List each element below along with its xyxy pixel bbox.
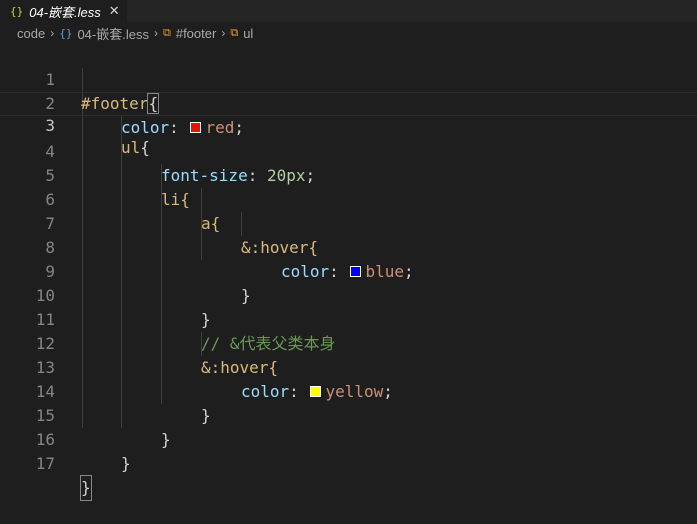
- code-line: 13 color: yellow;: [0, 332, 697, 401]
- less-file-icon: {}: [59, 26, 73, 40]
- code-line: 7 &:hover{: [0, 188, 697, 257]
- code-line: 2 color: red;: [0, 68, 697, 137]
- code-line: 11 // &代表父类本身: [0, 284, 697, 353]
- selector-icon: ⧉: [162, 26, 171, 39]
- breadcrumb: code › {} 04-嵌套.less › ⧉ #footer › ⧉ ul: [0, 22, 697, 44]
- code-line: 10 }: [0, 260, 697, 329]
- code-editor[interactable]: 1 #footer{ 2 color: red; 3 ul{ 4 font-si…: [0, 44, 697, 501]
- close-icon[interactable]: ✕: [109, 3, 120, 19]
- breadcrumb-item-file[interactable]: 04-嵌套.less: [77, 24, 149, 43]
- tab-bar: {} 04-嵌套.less ✕: [0, 0, 697, 22]
- code-line: 12 &:hover{: [0, 308, 697, 377]
- closing-brace-highlight: }: [80, 475, 92, 501]
- breadcrumb-item-ul[interactable]: ul: [243, 26, 253, 41]
- tab-04-less[interactable]: {} 04-嵌套.less ✕: [0, 0, 127, 22]
- code-line: 15 }: [0, 380, 697, 449]
- code-line: 8 color: blue;: [0, 212, 697, 281]
- code-line: 14 }: [0, 356, 697, 425]
- chevron-right-icon: ›: [153, 26, 158, 40]
- code-line: 6 a{: [0, 164, 697, 233]
- closing-brace: }: [121, 454, 131, 473]
- code-line-current: 3 ul{: [0, 92, 697, 157]
- line-number: 17: [35, 454, 55, 473]
- chevron-right-icon: ›: [221, 26, 226, 40]
- code-line: 17 }: [0, 428, 697, 501]
- selector-icon: ⧉: [230, 26, 239, 39]
- code-line: 4 font-size: 20px;: [0, 116, 697, 185]
- tab-title: 04-嵌套.less: [29, 4, 101, 20]
- code-line: 5 li{: [0, 140, 697, 209]
- code-line: 1 #footer{: [0, 44, 697, 114]
- code-line: 16 }: [0, 404, 697, 473]
- chevron-right-icon: ›: [50, 26, 55, 40]
- code-line: 9 }: [0, 236, 697, 305]
- less-file-icon: {}: [10, 4, 24, 18]
- breadcrumb-item-code[interactable]: code: [17, 26, 45, 41]
- breadcrumb-item-footer[interactable]: #footer: [176, 26, 216, 41]
